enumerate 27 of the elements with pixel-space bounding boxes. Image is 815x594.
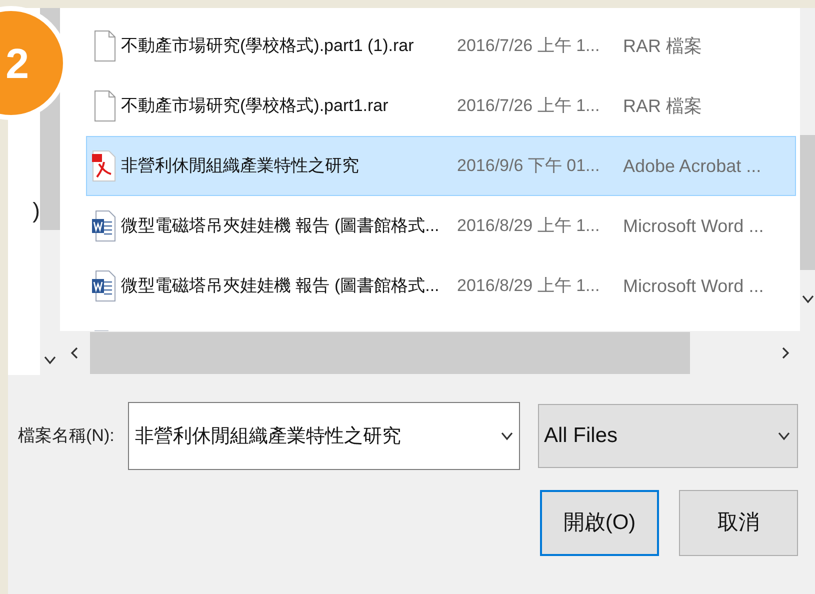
file-name: 非營利休閒組織產業特性之研究 xyxy=(121,156,359,175)
file-name: 微型電磁塔吊夾娃娃機 報告 (圖書館格式... xyxy=(121,216,440,235)
pdf-file-icon xyxy=(91,150,117,182)
file-type: RAR 檔案 xyxy=(623,94,702,118)
file-date: 2016/7/26 上午 1... xyxy=(457,96,600,115)
file-date: 2016/8/29 上午 1... xyxy=(457,216,600,235)
cancel-button[interactable]: 取消 xyxy=(679,490,798,556)
file-type: RAR 檔案 xyxy=(623,34,702,58)
scrollbar-thumb[interactable] xyxy=(90,332,690,374)
scrollbar-thumb[interactable] xyxy=(800,135,815,270)
file-name-label: 檔案名稱(N): xyxy=(18,426,114,445)
file-type: Adobe Acrobat ... xyxy=(623,154,762,178)
word-file-icon xyxy=(91,210,117,242)
file-name: 微型電磁塔吊夾娃娃機 報告 (圖書館格式... xyxy=(121,276,440,295)
word-file-icon xyxy=(91,270,117,302)
file-row[interactable]: 非營利休閒組織產業特性之研究 2016/9/6 下午 01... Adobe Acrobat ... xyxy=(86,136,796,196)
file-type: Microsoft Word ... xyxy=(623,214,764,238)
file-name: 不動產市場研究(學校格式).part1 (1).rar xyxy=(121,36,414,55)
file-type: Microsoft Word ... xyxy=(623,274,764,298)
navigation-item[interactable]: ) xyxy=(32,200,40,222)
file-name-field[interactable]: 非營利休閒組織產業特性之研究 xyxy=(128,402,520,470)
file-date: 2016/9/6 下午 01... xyxy=(457,156,600,175)
file-date: 2016/8/29 上午 1... xyxy=(457,276,600,295)
open-button[interactable]: 開啟(O) xyxy=(540,490,659,556)
file-type-select[interactable]: All Files xyxy=(538,404,798,468)
file-name: 不動產市場研究(學校格式).part1.rar xyxy=(121,96,388,115)
file-date: 2016/7/26 上午 1... xyxy=(457,36,600,55)
